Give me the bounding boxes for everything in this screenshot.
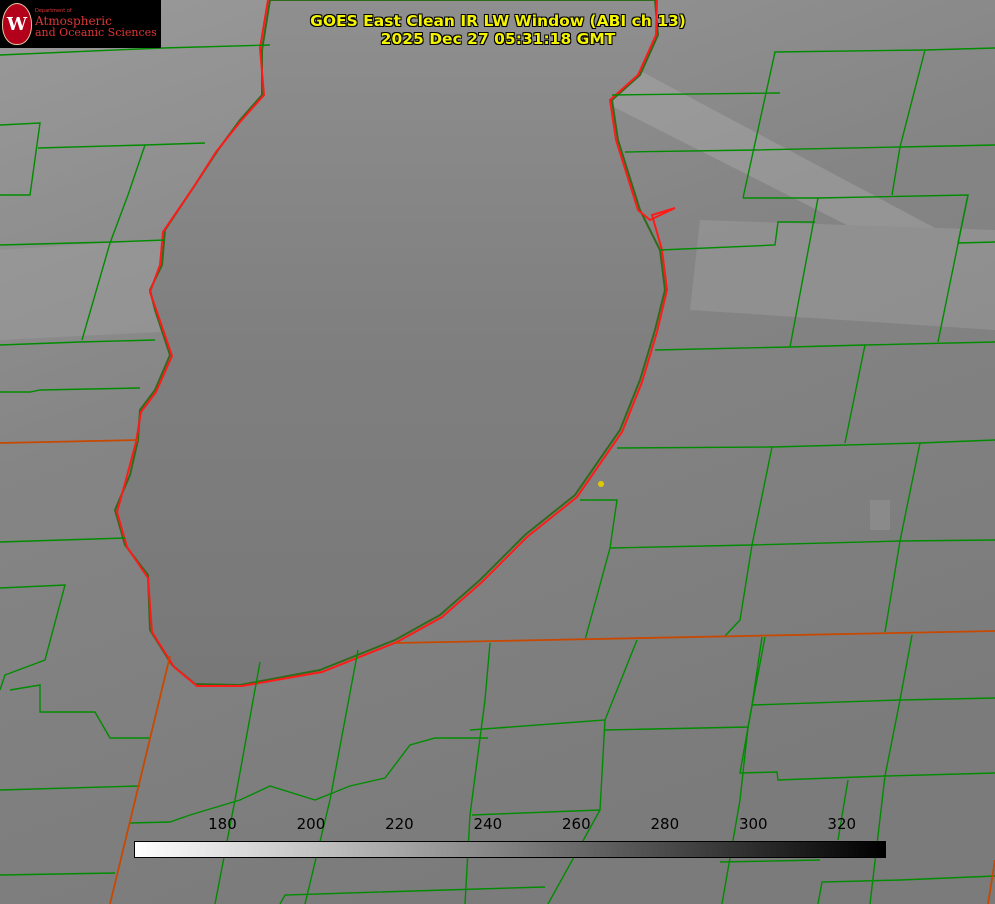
colorbar-tick-300: 300 bbox=[738, 815, 768, 833]
colorbar-tick-320: 320 bbox=[827, 815, 857, 833]
image-timestamp: 2025 Dec 27 05:31:18 GMT bbox=[380, 30, 616, 48]
colorbar-tick-200: 200 bbox=[296, 815, 326, 833]
uw-seal-icon: W bbox=[2, 3, 32, 45]
aos-logo: W Department of Atmospheric and Oceanic … bbox=[0, 0, 161, 48]
colorbar-tick-180: 180 bbox=[208, 815, 237, 833]
image-title: GOES East Clean IR LW Window (ABI ch 13) bbox=[310, 12, 686, 30]
logo-line2: and Oceanic Sciences bbox=[35, 26, 157, 40]
colorbar bbox=[134, 841, 886, 858]
colorbar-tick-220: 220 bbox=[385, 815, 414, 833]
colorbar-tick-280: 280 bbox=[650, 815, 680, 833]
satellite-map bbox=[0, 0, 995, 904]
logo-text: Department of Atmospheric and Oceanic Sc… bbox=[35, 9, 157, 40]
colorbar-tick-260: 260 bbox=[562, 815, 591, 833]
colorbar-tick-240: 240 bbox=[473, 815, 503, 833]
location-marker bbox=[598, 481, 604, 487]
